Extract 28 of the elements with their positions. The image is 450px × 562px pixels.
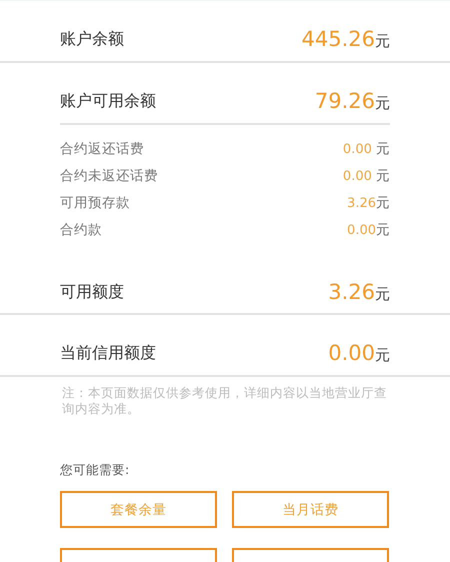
row-label: 账户余额 (60, 28, 124, 50)
currency-unit: 元 (375, 32, 390, 50)
currency-unit: 元 (376, 140, 390, 156)
amount-value: 0.00 (328, 341, 375, 365)
amount-value: 3.26 (328, 280, 375, 304)
row-label: 账户可用余额 (60, 90, 156, 112)
amount-value: 0.00 (342, 142, 373, 156)
amount-value: 0.00 (342, 168, 373, 184)
row-label: 可用预存款 (60, 194, 130, 212)
currency-unit: 元 (376, 194, 390, 210)
currency-unit: 元 (376, 168, 390, 184)
shortcut-button[interactable]: 当月话费 (232, 491, 389, 528)
currency-unit: 元 (375, 346, 390, 364)
section-title: 您可能需要: (60, 462, 130, 479)
amount-value: 79.26 (314, 89, 375, 113)
row-label: 合约返还话费 (60, 140, 144, 158)
row-label: 可用额度 (60, 282, 124, 302)
amount-value: 3.26 (347, 196, 376, 210)
currency-unit: 元 (375, 94, 390, 112)
row-label: 当前信用额度 (60, 342, 156, 364)
row-label: 合约未返还话费 (60, 166, 158, 184)
disclaimer-note: 注：本页面数据仅供参考使用，详细内容以当地营业厅查询内容为准。 (62, 385, 388, 417)
currency-unit: 元 (376, 222, 390, 238)
amount-value: 0.00 (347, 222, 376, 238)
amount-value: 445.26 (302, 27, 375, 51)
row-label: 合约款 (60, 220, 102, 238)
currency-unit: 元 (375, 285, 390, 303)
shortcut-button[interactable]: 套餐余量 (60, 491, 217, 528)
